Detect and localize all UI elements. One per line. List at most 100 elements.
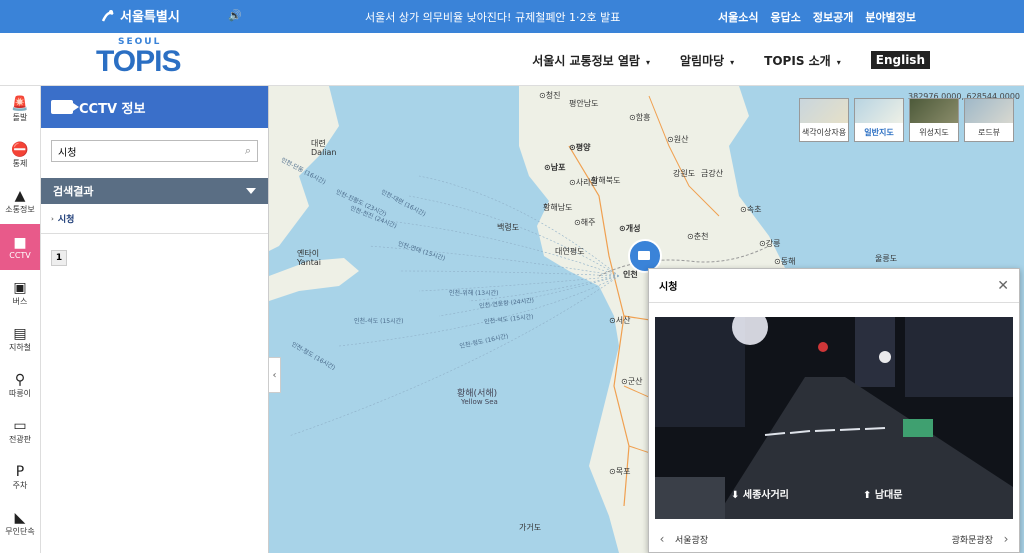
map-label: 대연평도	[555, 247, 585, 256]
link-seoul-news[interactable]: 서울소식	[718, 9, 758, 25]
sidebar-item-label: 통제	[12, 158, 28, 168]
sidebar-item-label: 돌발	[12, 112, 28, 122]
english-button[interactable]: English	[870, 51, 930, 69]
map-label: ⊙군산	[621, 377, 643, 386]
map-type-label: 색각이상자용	[800, 123, 848, 141]
link-info-disclosure[interactable]: 정보공개	[813, 9, 853, 25]
sidebar-item-label: 주차	[12, 480, 28, 490]
direction-right: ⬆ 남대문	[863, 486, 902, 501]
sidebar-item-subway[interactable]: ▤ 지하철	[0, 316, 40, 362]
nav-traffic-info[interactable]: 서울시 교통정보 열람 ▾	[532, 52, 650, 69]
sidebar-item-label: 버스	[12, 296, 28, 306]
map-label: 황해남도	[543, 203, 573, 212]
speed-camera-icon: ◣	[14, 509, 26, 526]
top-bar: 서울특별시 🔊 서울서 상가 의무비율 낮아진다! 규제철폐안 1·2호 발표 …	[0, 0, 1024, 33]
seoul-logo[interactable]: 서울특별시	[100, 6, 180, 25]
search-input[interactable]: 시청 ⌕	[51, 140, 258, 162]
sidebar-item-label: 지하철	[8, 342, 32, 352]
results-title: 검색결과	[53, 185, 94, 198]
chevron-down-icon: ▾	[730, 57, 735, 67]
map-type-label: 로드뷰	[965, 123, 1013, 141]
prev-camera[interactable]: ‹ 서울광장	[655, 532, 709, 546]
site-header: SEOUL TOPIS 서울시 교통정보 열람 ▾ 알림마당 ▾ TOPIS 소개 ▾…	[0, 33, 1024, 86]
sidebar-item-label: 무인단속	[5, 526, 35, 536]
parking-icon: P	[15, 463, 25, 480]
link-field-info[interactable]: 분야별정보	[865, 9, 916, 25]
brand-large: TOPIS	[96, 45, 181, 78]
map-label: 가거도	[519, 523, 542, 532]
map-label: ⊙해주	[574, 218, 596, 227]
chevron-right-icon: ›	[1003, 532, 1009, 546]
cctv-icon: ■	[13, 234, 27, 251]
map-type-roadview[interactable]: 로드뷰	[964, 98, 1014, 142]
map-label: ⊙춘천	[687, 232, 709, 241]
sidebar-item-cctv[interactable]: ■ CCTV	[0, 224, 40, 270]
sidebar-item-label: 전광판	[8, 434, 32, 444]
collapse-panel-button[interactable]: ‹	[269, 357, 281, 393]
cctv-frame	[655, 317, 1013, 519]
map-label: 울릉도	[875, 254, 898, 263]
link-response[interactable]: 응답소	[771, 9, 801, 25]
arrow-up-icon: ⬆	[863, 490, 875, 501]
map-type-label: 위성지도	[910, 123, 958, 141]
siren-icon: 🚨	[11, 95, 29, 112]
map-label: Yellow Sea	[461, 398, 498, 406]
close-icon[interactable]: ✕	[997, 278, 1009, 294]
page-button[interactable]: 1	[51, 250, 67, 266]
chevron-left-icon: ‹	[272, 369, 277, 381]
sidebar-item-incident[interactable]: 🚨 돌발	[0, 86, 40, 132]
sidebar-item-bus[interactable]: ▣ 버스	[0, 270, 40, 316]
sidebar-item-parking[interactable]: P 주차	[0, 454, 40, 500]
map-label: ⊙원산	[667, 135, 689, 144]
sidebar-item-signboard[interactable]: ▭ 전광판	[0, 408, 40, 454]
sidebar-item-speed-camera[interactable]: ◣ 무인단속	[0, 500, 40, 546]
nav-topis-about[interactable]: TOPIS 소개 ▾	[764, 52, 841, 69]
map-type-label: 일반지도	[855, 123, 903, 141]
results-header[interactable]: 검색결과	[41, 178, 268, 204]
subway-icon: ▤	[13, 325, 27, 342]
chevron-down-icon	[246, 188, 256, 194]
map-thumbnail	[800, 99, 848, 123]
no-entry-icon: ⛔	[11, 141, 29, 158]
map-label: Yantai	[297, 258, 322, 267]
popup-header: 시청 ✕	[649, 269, 1019, 303]
map-label: ⊙속초	[740, 205, 762, 214]
signboard-icon: ▭	[13, 417, 27, 434]
map-thumbnail	[965, 99, 1013, 123]
road-icon: ▲	[14, 187, 26, 204]
sidebar-item-control[interactable]: ⛔ 통제	[0, 132, 40, 178]
nav-notices[interactable]: 알림마당 ▾	[680, 52, 734, 69]
route-label: 인천-석도 (15시간)	[354, 318, 404, 325]
nav-notices-label: 알림마당	[679, 53, 725, 68]
topis-logo[interactable]: SEOUL TOPIS	[96, 37, 186, 79]
chevron-right-icon: ›	[51, 214, 54, 223]
cctv-video[interactable]: ⬇ 세종사거리 ⬆ 남대문	[655, 317, 1013, 519]
map-type-color-blind[interactable]: 색각이상자용	[799, 98, 849, 142]
list-item[interactable]: › 시청	[41, 204, 268, 234]
chevron-down-icon: ▾	[645, 57, 650, 67]
sidebar-item-label: 따릉이	[8, 388, 32, 398]
map-type-satellite[interactable]: 위성지도	[909, 98, 959, 142]
nav-topis-about-label: TOPIS 소개	[764, 53, 831, 68]
bicycle-icon: ⚲	[14, 371, 26, 388]
search-icon[interactable]: ⌕	[245, 144, 251, 158]
sidebar-item-traffic[interactable]: ▲ 소통정보	[0, 178, 40, 224]
sidebar-item-bicycle[interactable]: ⚲ 따릉이	[0, 362, 40, 408]
popup-title: 시청	[659, 282, 678, 293]
top-links: 서울소식 응답소 정보공개 분야별정보	[718, 9, 916, 25]
map-label: 황해북도	[591, 176, 621, 185]
cctv-panel: CCTV 정보 시청 ⌕ 검색결과 › 시청 1	[41, 86, 269, 553]
map-label: ⊙평양	[569, 143, 591, 152]
next-camera-label: 광화문광장	[951, 535, 993, 546]
map-label: 백령도	[497, 223, 520, 232]
map-label: ⊙청진	[539, 91, 561, 100]
direction-left-label: 세종사거리	[742, 490, 789, 501]
arrow-down-icon: ⬇	[731, 490, 743, 501]
map-type-normal[interactable]: 일반지도	[854, 98, 904, 142]
notice-text[interactable]: 서울서 상가 의무비율 낮아진다! 규제철폐안 1·2호 발표	[365, 9, 620, 25]
speaker-icon[interactable]: 🔊	[228, 9, 242, 22]
next-camera[interactable]: 광화문광장 ›	[952, 532, 1013, 546]
main-nav: 서울시 교통정보 열람 ▾ 알림마당 ▾ TOPIS 소개 ▾ English	[532, 51, 930, 69]
chevron-down-icon: ▾	[836, 57, 841, 67]
seoul-logo-text: 서울특별시	[120, 10, 180, 25]
